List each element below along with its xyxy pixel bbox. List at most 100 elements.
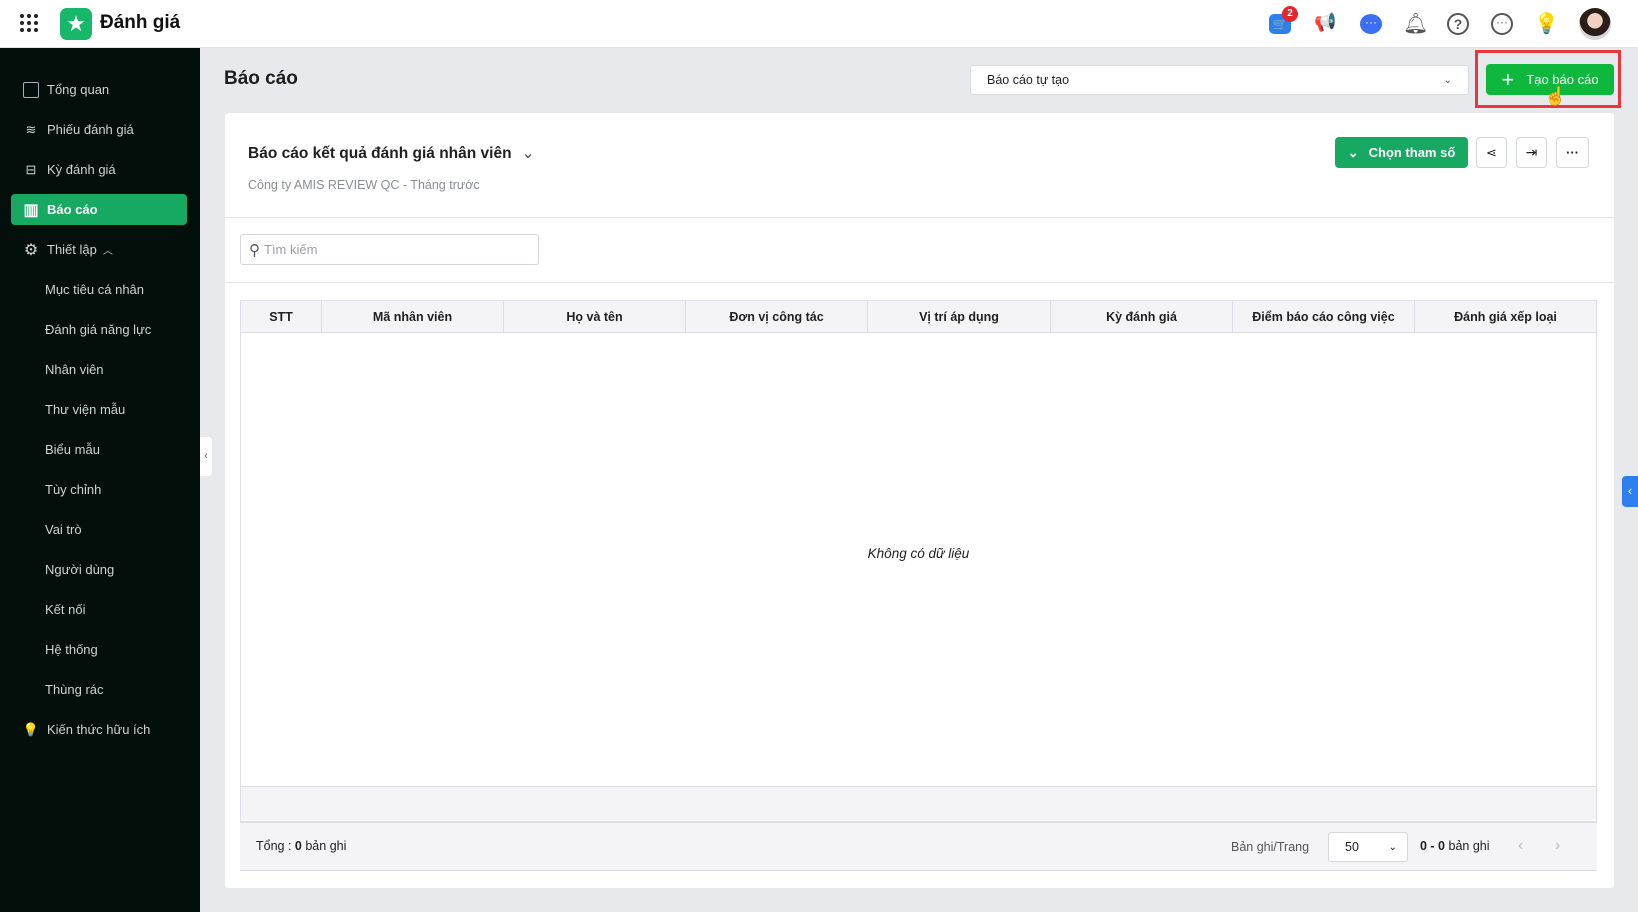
prev-page-button[interactable]: ‹ bbox=[1518, 837, 1523, 855]
report-subtitle: Công ty AMIS REVIEW QC - Tháng trước bbox=[248, 178, 480, 192]
report-title[interactable]: Báo cáo kết quả đánh giá nhân viên ⌄ bbox=[248, 144, 535, 163]
sidebar-item-label: Mục tiêu cá nhân bbox=[45, 282, 145, 297]
chevron-down-icon: ⌄ bbox=[521, 145, 535, 162]
next-page-button[interactable]: › bbox=[1555, 837, 1560, 855]
chat-icon[interactable]: ··· bbox=[1360, 14, 1382, 34]
sidebar-item-label: Vai trò bbox=[45, 522, 82, 537]
sidebar-item-label: Nhân viên bbox=[45, 362, 104, 377]
per-page-value: 50 bbox=[1345, 840, 1359, 854]
cursor-icon: ☝ bbox=[1544, 86, 1567, 106]
column-header[interactable]: Điểm báo cáo công việc bbox=[1233, 301, 1415, 333]
sidebar-item-kien-thuc[interactable]: 💡 Kiến thức hữu ích bbox=[11, 714, 187, 745]
more-icon: ··· bbox=[1566, 145, 1579, 160]
column-header[interactable]: STT bbox=[241, 301, 322, 333]
summary-row bbox=[241, 786, 1596, 820]
export-icon: ⇥ bbox=[1525, 144, 1538, 160]
search-icon: ⚲ bbox=[249, 241, 260, 259]
sidebar: Tổng quan ≋ Phiếu đánh giá ⊟ Kỳ đánh giá ▥… bbox=[0, 48, 200, 912]
sidebar-item-he-thong[interactable]: Hệ thống bbox=[11, 634, 187, 665]
sidebar-item-label: Kỳ đánh giá bbox=[47, 162, 116, 177]
sidebar-item-thung-rac[interactable]: Thùng rác bbox=[11, 674, 187, 705]
column-header[interactable]: Kỳ đánh giá bbox=[1051, 301, 1233, 333]
share-icon: ⋖ bbox=[1486, 144, 1497, 160]
share-button[interactable]: ⋖ bbox=[1476, 137, 1507, 168]
total-records: Tổng : 0 bản ghi bbox=[256, 839, 347, 853]
app-launcher-icon[interactable] bbox=[20, 14, 38, 32]
sidebar-item-label: Phiếu đánh giá bbox=[47, 122, 134, 137]
sidebar-item-label: Thùng rác bbox=[45, 682, 104, 697]
cart-badge: 2 bbox=[1282, 6, 1298, 22]
lightbulb-icon: 💡 bbox=[22, 721, 40, 737]
column-header[interactable]: Họ và tên bbox=[504, 301, 686, 333]
sidebar-item-muc-tieu[interactable]: Mục tiêu cá nhân bbox=[11, 274, 187, 305]
search-placeholder: Tìm kiếm bbox=[264, 242, 318, 257]
board-icon: ⊟ bbox=[25, 161, 37, 177]
report-card: Báo cáo kết quả đánh giá nhân viên ⌄ Công… bbox=[225, 113, 1614, 888]
collapse-sidebar-button[interactable]: ‹ bbox=[200, 437, 212, 476]
knowledge-icon[interactable]: 💡 bbox=[1534, 11, 1559, 36]
export-button[interactable]: ⇥ bbox=[1516, 137, 1547, 168]
sidebar-item-label: Người dùng bbox=[45, 562, 115, 577]
chevron-down-icon: ⌄ bbox=[1388, 841, 1397, 853]
divider bbox=[225, 217, 1614, 218]
data-table: STT Mã nhân viên Họ và tên Đơn vị công t… bbox=[240, 300, 1597, 871]
sidebar-item-ket-noi[interactable]: Kết nối bbox=[11, 594, 187, 625]
gear-icon: ⚙ bbox=[23, 241, 39, 259]
sidebar-item-nang-luc[interactable]: Đánh giá năng lực bbox=[11, 314, 187, 345]
sidebar-item-nhan-vien[interactable]: Nhân viên bbox=[11, 354, 187, 385]
app-logo-icon: ★ bbox=[60, 8, 92, 40]
chart-icon bbox=[23, 81, 39, 98]
per-page-select[interactable]: 50 ⌄ bbox=[1328, 832, 1408, 862]
sidebar-item-label: Thiết lập bbox=[47, 242, 97, 257]
sidebar-item-label: Kết nối bbox=[45, 602, 86, 617]
sidebar-item-vai-tro[interactable]: Vai trò bbox=[11, 514, 187, 545]
sidebar-item-tuy-chinh[interactable]: Tùy chỉnh bbox=[11, 474, 187, 505]
sidebar-item-thu-vien[interactable]: Thư viện mẫu bbox=[11, 394, 187, 425]
sidebar-item-ky-danh-gia[interactable]: ⊟ Kỳ đánh giá bbox=[11, 154, 187, 185]
layers-icon: ≋ bbox=[25, 121, 37, 137]
sidebar-item-label: Thư viện mẫu bbox=[45, 402, 126, 417]
bar-chart-icon: ▥ bbox=[23, 201, 39, 219]
more-apps-icon[interactable]: ··· bbox=[1491, 13, 1513, 35]
sidebar-item-thiet-lap[interactable]: ⚙ Thiết lập ︿ bbox=[11, 234, 187, 265]
sidebar-item-bao-cao[interactable]: ▥ Báo cáo bbox=[11, 194, 187, 225]
table-header: STT Mã nhân viên Họ và tên Đơn vị công t… bbox=[241, 301, 1596, 333]
column-header[interactable]: Vị trí áp dụng bbox=[868, 301, 1051, 333]
choose-params-button[interactable]: ⌄ Chọn tham số bbox=[1335, 137, 1468, 168]
sidebar-item-nguoi-dung[interactable]: Người dùng bbox=[11, 554, 187, 585]
search-input[interactable]: ⚲ Tìm kiếm bbox=[240, 234, 539, 265]
megaphone-icon[interactable]: 📢 bbox=[1314, 12, 1336, 33]
column-header[interactable]: Mã nhân viên bbox=[322, 301, 504, 333]
page-range: 0 - 0 bản ghi bbox=[1420, 839, 1490, 853]
more-button[interactable]: ··· bbox=[1556, 137, 1589, 168]
sidebar-item-tong-quan[interactable]: Tổng quan bbox=[11, 74, 187, 105]
sidebar-item-bieu-mau[interactable]: Biểu mẫu bbox=[11, 434, 187, 465]
app-title: Đánh giá bbox=[100, 12, 181, 33]
sidebar-item-phieu-danh-gia[interactable]: ≋ Phiếu đánh giá bbox=[11, 114, 187, 145]
create-report-label: Tạo báo cáo bbox=[1526, 72, 1599, 87]
avatar[interactable] bbox=[1579, 8, 1611, 40]
choose-params-label: Chọn tham số bbox=[1368, 145, 1456, 160]
chevron-down-icon: ⌄ bbox=[1443, 74, 1452, 86]
per-page-label: Bản ghi/Trang bbox=[1231, 840, 1310, 854]
chevron-down-icon: ⌄ bbox=[1347, 144, 1359, 160]
chevron-up-icon: ︿ bbox=[102, 246, 113, 257]
sidebar-item-label: Hệ thống bbox=[45, 642, 98, 657]
sidebar-item-label: Kiến thức hữu ích bbox=[47, 722, 151, 737]
help-icon[interactable]: ? bbox=[1447, 13, 1469, 35]
sidebar-item-label: Tổng quan bbox=[47, 82, 110, 97]
sidebar-item-label: Đánh giá năng lực bbox=[45, 322, 152, 337]
pagination-bar: Tổng : 0 bản ghi Bản ghi/Trang 50 ⌄ 0 - 0… bbox=[240, 821, 1597, 871]
column-header[interactable]: Đánh giá xếp loại bbox=[1415, 301, 1596, 333]
column-header[interactable]: Đơn vị công tác bbox=[686, 301, 868, 333]
divider bbox=[225, 282, 1614, 283]
right-panel-toggle[interactable]: ‹ bbox=[1622, 476, 1638, 507]
page-title: Báo cáo bbox=[224, 68, 298, 89]
top-bar: ★ Đánh giá 🛒 2 📢 ··· 🔔︎ ? ··· 💡 bbox=[0, 0, 1638, 48]
report-type-value: Báo cáo tự tạo bbox=[987, 73, 1070, 87]
plus-icon: + bbox=[1501, 66, 1515, 92]
sidebar-item-label: Biểu mẫu bbox=[45, 442, 100, 457]
sidebar-item-label: Báo cáo bbox=[47, 202, 98, 217]
report-type-select[interactable]: Báo cáo tự tạo ⌄ bbox=[970, 65, 1469, 95]
bell-icon[interactable]: 🔔︎ bbox=[1403, 11, 1428, 36]
